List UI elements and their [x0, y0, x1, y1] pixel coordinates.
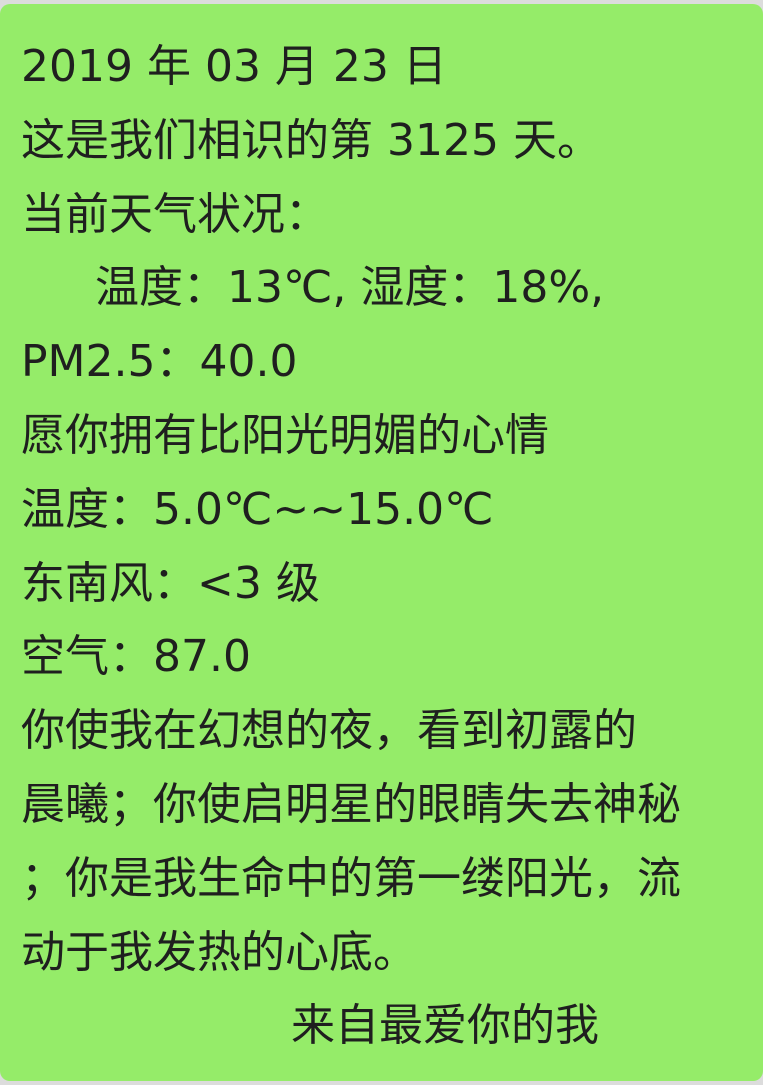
message-line-poem-3: ；你是我生命中的第一缕阳光，流: [21, 852, 681, 904]
chat-message-bubble[interactable]: 2019 年 03 月 23 日 这是我们相识的第 3125 天。 当前天气状况…: [0, 4, 763, 1081]
message-line-pm25: PM2.5：40.0: [21, 336, 298, 388]
message-line-wish: 愿你拥有比阳光明媚的心情: [21, 409, 549, 461]
message-line-poem-2: 晨曦；你使启明星的眼睛失去神秘: [21, 778, 681, 830]
message-line-days-known: 这是我们相识的第 3125 天。: [21, 114, 601, 166]
message-line-temp-humidity: 温度：13℃, 湿度：18%,: [95, 262, 605, 314]
message-line-air: 空气：87.0: [21, 631, 251, 683]
message-line-temp-range: 温度：5.0℃~~15.0℃: [21, 483, 494, 535]
message-line-wind: 东南风：<3 级: [21, 557, 320, 609]
message-line-date: 2019 年 03 月 23 日: [21, 41, 447, 92]
message-line-poem-4: 动于我发热的心底。: [21, 926, 417, 978]
message-line-signature: 来自最爱你的我: [291, 1000, 599, 1052]
message-line-poem-1: 你使我在幻想的夜，看到初露的: [21, 705, 637, 757]
message-line-weather-heading: 当前天气状况：: [21, 188, 329, 240]
